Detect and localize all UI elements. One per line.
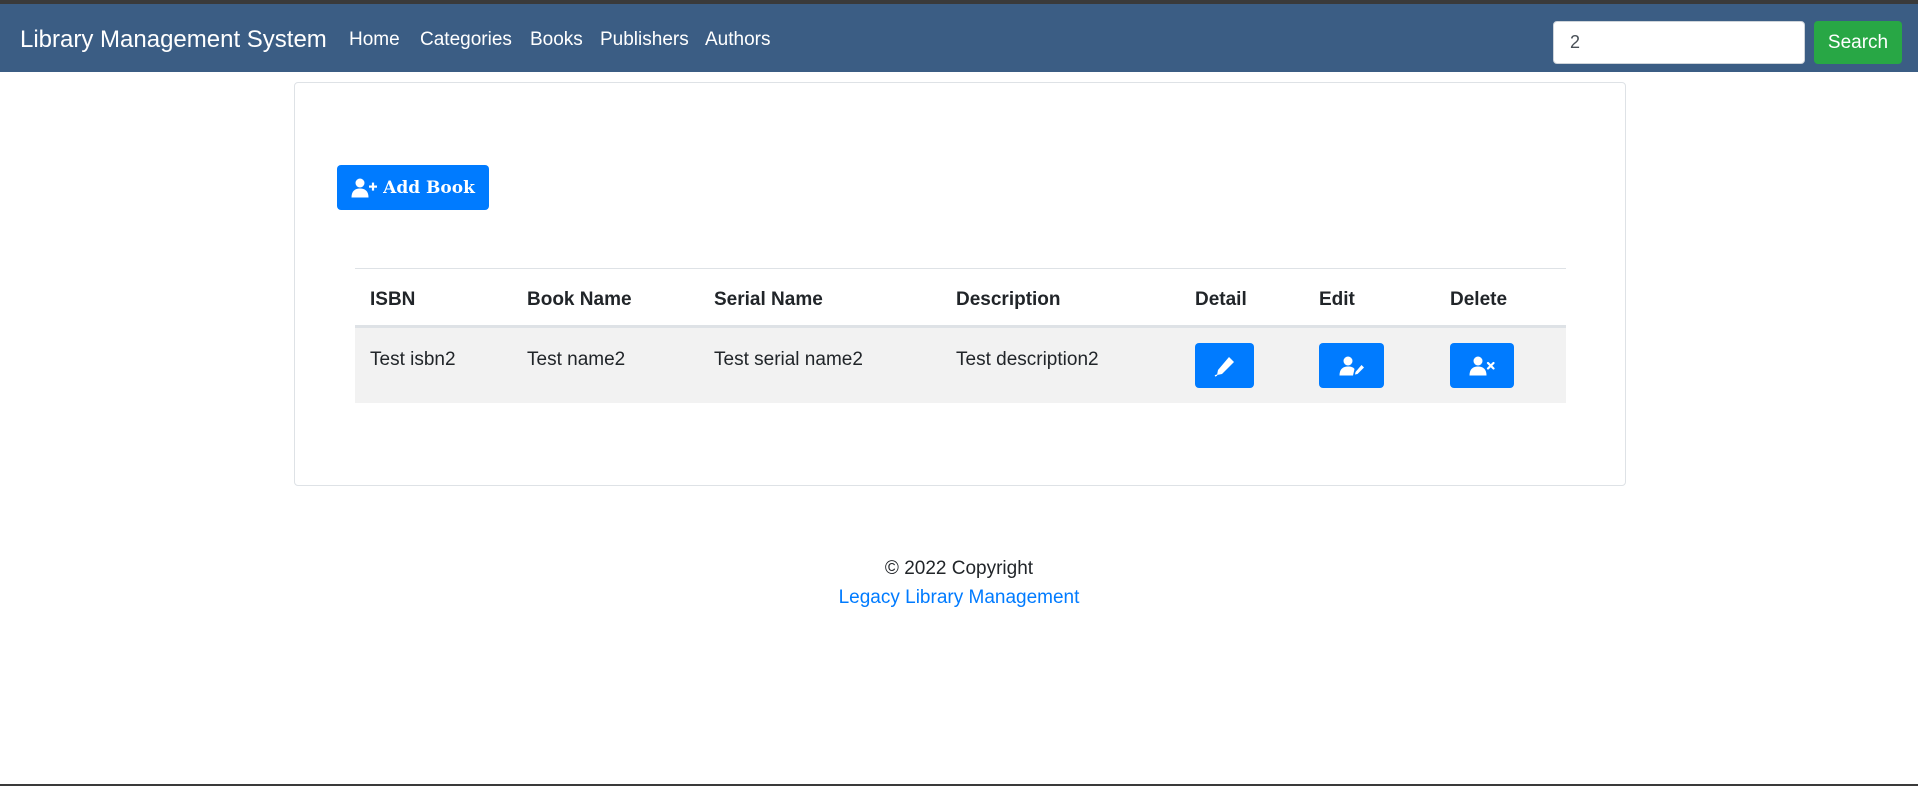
nav-link-publishers[interactable]: Publishers [600, 29, 689, 51]
nav-link-home[interactable]: Home [349, 29, 400, 51]
nav-link-categories[interactable]: Categories [420, 29, 512, 51]
add-book-label: Add Book [383, 177, 475, 198]
delete-button[interactable] [1450, 343, 1514, 388]
pen-icon [1214, 356, 1234, 377]
search-input[interactable] [1553, 21, 1805, 64]
edit-button[interactable] [1319, 343, 1384, 388]
header-isbn: ISBN [370, 289, 416, 310]
user-edit-icon [1339, 356, 1364, 375]
navbar: Library Management System Home Categorie… [0, 4, 1918, 72]
cell-book-name: Test name2 [527, 349, 626, 370]
cell-serial-name: Test serial name2 [714, 349, 863, 370]
footer-link[interactable]: Legacy Library Management [839, 587, 1080, 608]
footer-copyright: © 2022 Copyright [884, 558, 1034, 579]
add-book-button[interactable]: Add Book [337, 165, 489, 210]
user-times-icon [1469, 356, 1495, 375]
search-button[interactable]: Search [1814, 21, 1902, 64]
footer-link-wrapper: Legacy Library Management [0, 587, 1918, 609]
header-delete: Delete [1450, 289, 1508, 310]
brand-title[interactable]: Library Management System [20, 26, 327, 54]
table-header: ISBN Book Name Serial Name Description D… [355, 268, 1566, 328]
cell-isbn: Test isbn2 [370, 349, 456, 370]
nav-link-authors[interactable]: Authors [705, 29, 770, 51]
header-detail: Detail [1195, 289, 1247, 310]
header-description: Description [956, 289, 1061, 310]
table-row: Test isbn2 Test name2 Test serial name2 … [355, 328, 1566, 403]
cell-description: Test description2 [956, 349, 1099, 370]
detail-button[interactable] [1195, 343, 1254, 388]
header-book-name: Book Name [527, 289, 632, 310]
header-edit: Edit [1319, 289, 1355, 310]
user-plus-icon [351, 178, 378, 197]
nav-link-books[interactable]: Books [530, 29, 583, 51]
header-serial-name: Serial Name [714, 289, 823, 310]
